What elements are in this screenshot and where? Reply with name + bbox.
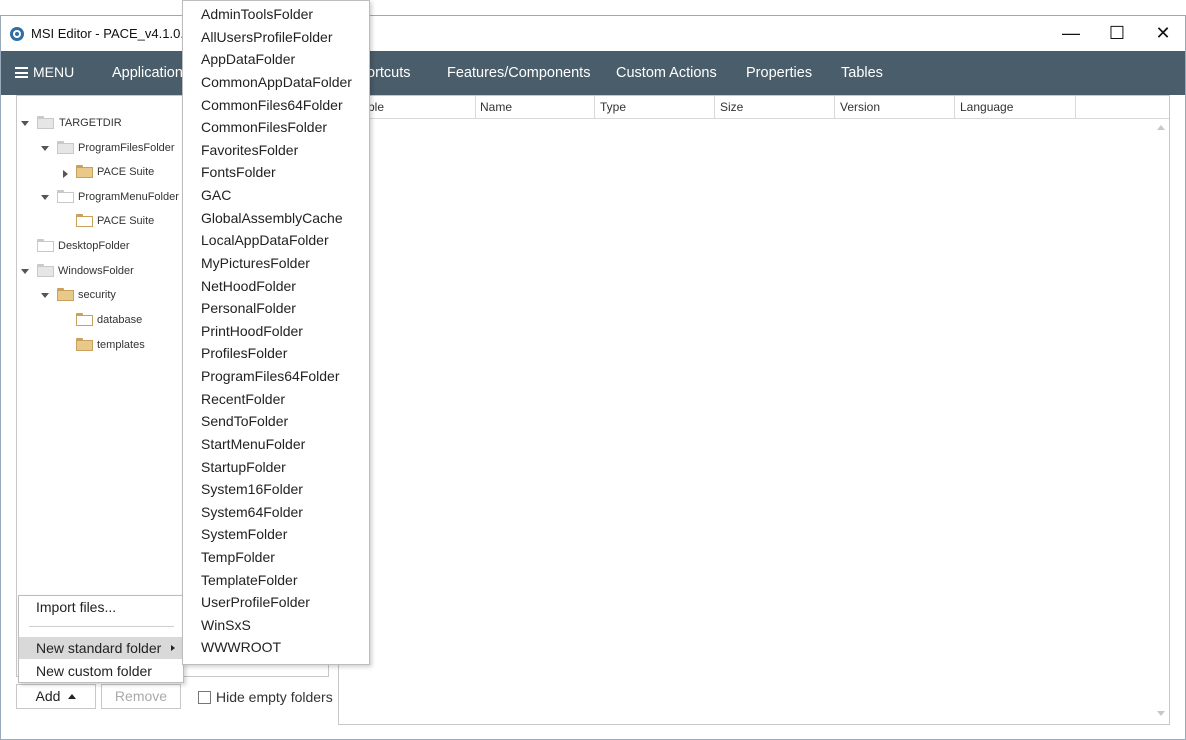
menu-item-commonfilesfolder[interactable]: CommonFilesFolder bbox=[183, 116, 369, 138]
scroll-up-icon[interactable] bbox=[1157, 125, 1165, 130]
tab-features-components[interactable]: Features/Components bbox=[447, 65, 590, 81]
menu-item-commonappdatafolder[interactable]: CommonAppDataFolder bbox=[183, 71, 369, 93]
menu-item-favoritesfolder[interactable]: FavoritesFolder bbox=[183, 139, 369, 161]
file-grid[interactable]: ble Name Type Size Version Language bbox=[338, 95, 1170, 725]
menu-item-import-files[interactable]: Import files... bbox=[19, 596, 183, 618]
folder-outline-icon bbox=[76, 214, 93, 227]
tree-item-label: TARGETDIR bbox=[59, 117, 122, 129]
menu-item-profilesfolder[interactable]: ProfilesFolder bbox=[183, 342, 369, 364]
main-menubar: MENU Application ortcuts Features/Compon… bbox=[1, 51, 1185, 95]
window-title: MSI Editor - PACE_v4.1.0.msi bbox=[31, 26, 205, 41]
menu-item-userprofilefolder[interactable]: UserProfileFolder bbox=[183, 591, 369, 613]
folder-tan-icon bbox=[57, 288, 74, 301]
tree-item-label: ProgramMenuFolder bbox=[78, 191, 179, 203]
menu-item-commonfiles64folder[interactable]: CommonFiles64Folder bbox=[183, 94, 369, 116]
folder-outline-icon bbox=[76, 313, 93, 326]
minimize-button[interactable]: — bbox=[1048, 16, 1094, 51]
menu-item-allusersprofilefolder[interactable]: AllUsersProfileFolder bbox=[183, 26, 369, 48]
menu-item-system64folder[interactable]: System64Folder bbox=[183, 501, 369, 523]
collapse-arrow-icon[interactable] bbox=[41, 195, 49, 200]
submenu-arrow-icon bbox=[171, 645, 175, 651]
column-header-version[interactable]: Version bbox=[835, 96, 955, 119]
menu-item-recentfolder[interactable]: RecentFolder bbox=[183, 388, 369, 410]
menu-label: MENU bbox=[33, 64, 75, 80]
remove-button[interactable]: Remove bbox=[101, 684, 181, 709]
column-header-language[interactable]: Language bbox=[955, 96, 1076, 119]
hide-empty-folders-checkbox[interactable]: Hide empty folders bbox=[198, 689, 333, 705]
column-header-type[interactable]: Type bbox=[595, 96, 715, 119]
menu-button[interactable]: MENU bbox=[15, 64, 74, 80]
folder-outline-icon bbox=[37, 239, 54, 252]
tree-item-label: templates bbox=[97, 339, 145, 351]
menu-item-mypicturesfolder[interactable]: MyPicturesFolder bbox=[183, 252, 369, 274]
expand-arrow-icon[interactable] bbox=[63, 170, 68, 178]
title-bar: MSI Editor - PACE_v4.1.0.msi — ☐ ✕ bbox=[1, 16, 1185, 51]
tree-item-label: WindowsFolder bbox=[58, 265, 134, 277]
collapse-arrow-icon[interactable] bbox=[21, 269, 29, 274]
tree-item-label: PACE Suite bbox=[97, 166, 155, 178]
tab-application[interactable]: Application bbox=[112, 65, 183, 81]
tree-item-label: ProgramFilesFolder bbox=[78, 142, 175, 154]
folder-outline-icon bbox=[57, 190, 74, 203]
menu-item-globalassemblycache[interactable]: GlobalAssemblyCache bbox=[183, 207, 369, 229]
folder-gray-icon bbox=[37, 116, 54, 129]
folder-tan-icon bbox=[76, 165, 93, 178]
menu-item-printhoodfolder[interactable]: PrintHoodFolder bbox=[183, 320, 369, 342]
menu-item-admintoolsfolder[interactable]: AdminToolsFolder bbox=[183, 3, 369, 25]
tab-properties[interactable]: Properties bbox=[746, 65, 812, 81]
menu-item-fontsfolder[interactable]: FontsFolder bbox=[183, 161, 369, 183]
menu-item-wwwroot[interactable]: WWWROOT bbox=[183, 636, 369, 658]
tree-item-label: security bbox=[78, 289, 116, 301]
close-button[interactable]: ✕ bbox=[1140, 16, 1186, 51]
folder-gray-icon bbox=[37, 264, 54, 277]
column-header-size[interactable]: Size bbox=[715, 96, 835, 119]
menu-item-localappdatafolder[interactable]: LocalAppDataFolder bbox=[183, 229, 369, 251]
menu-item-system16folder[interactable]: System16Folder bbox=[183, 478, 369, 500]
menu-item-tempfolder[interactable]: TempFolder bbox=[183, 546, 369, 568]
add-button-label: Add bbox=[35, 688, 61, 704]
menu-item-label: New standard folder bbox=[36, 640, 162, 656]
menu-item-nethoodfolder[interactable]: NetHoodFolder bbox=[183, 275, 369, 297]
tab-shortcuts[interactable]: ortcuts bbox=[367, 65, 411, 81]
standard-folder-submenu: AdminToolsFolder AllUsersProfileFolder A… bbox=[182, 0, 370, 665]
menu-item-personalfolder[interactable]: PersonalFolder bbox=[183, 297, 369, 319]
menu-item-gac[interactable]: GAC bbox=[183, 184, 369, 206]
menu-item-startmenufolder[interactable]: StartMenuFolder bbox=[183, 433, 369, 455]
grid-header: ble Name Type Size Version Language bbox=[339, 96, 1169, 119]
add-context-menu: Import files... New standard folder New … bbox=[18, 595, 184, 683]
tree-item-label: DesktopFolder bbox=[58, 240, 130, 252]
menu-item-winsxs[interactable]: WinSxS bbox=[183, 614, 369, 636]
hide-empty-folders-label: Hide empty folders bbox=[216, 689, 333, 705]
collapse-arrow-icon[interactable] bbox=[41, 146, 49, 151]
menu-item-systemfolder[interactable]: SystemFolder bbox=[183, 523, 369, 545]
menu-item-programfiles64folder[interactable]: ProgramFiles64Folder bbox=[183, 365, 369, 387]
add-button[interactable]: Add bbox=[16, 684, 96, 709]
app-logo-icon bbox=[10, 27, 24, 41]
collapse-arrow-icon[interactable] bbox=[21, 121, 29, 126]
folder-gray-icon bbox=[57, 141, 74, 154]
menu-item-startupfolder[interactable]: StartupFolder bbox=[183, 456, 369, 478]
checkbox-icon[interactable] bbox=[198, 691, 211, 704]
caret-up-icon bbox=[68, 694, 77, 699]
column-header-name[interactable]: Name bbox=[475, 96, 595, 119]
tree-item-label: PACE Suite bbox=[97, 215, 155, 227]
menu-item-sendtofolder[interactable]: SendToFolder bbox=[183, 410, 369, 432]
scroll-down-icon[interactable] bbox=[1157, 711, 1165, 716]
tab-custom-actions[interactable]: Custom Actions bbox=[616, 65, 717, 81]
tree-item-label: database bbox=[97, 314, 143, 326]
menu-item-new-custom-folder[interactable]: New custom folder bbox=[19, 660, 183, 682]
collapse-arrow-icon[interactable] bbox=[41, 293, 49, 298]
menu-item-new-standard-folder[interactable]: New standard folder bbox=[19, 637, 183, 659]
folder-tan-icon bbox=[76, 338, 93, 351]
tab-tables[interactable]: Tables bbox=[841, 65, 883, 81]
maximize-button[interactable]: ☐ bbox=[1094, 16, 1140, 51]
menu-separator bbox=[29, 626, 174, 627]
menu-item-templatefolder[interactable]: TemplateFolder bbox=[183, 569, 369, 591]
menu-item-appdatafolder[interactable]: AppDataFolder bbox=[183, 48, 369, 70]
column-header-table[interactable]: ble bbox=[363, 96, 476, 119]
hamburger-icon bbox=[15, 67, 28, 78]
